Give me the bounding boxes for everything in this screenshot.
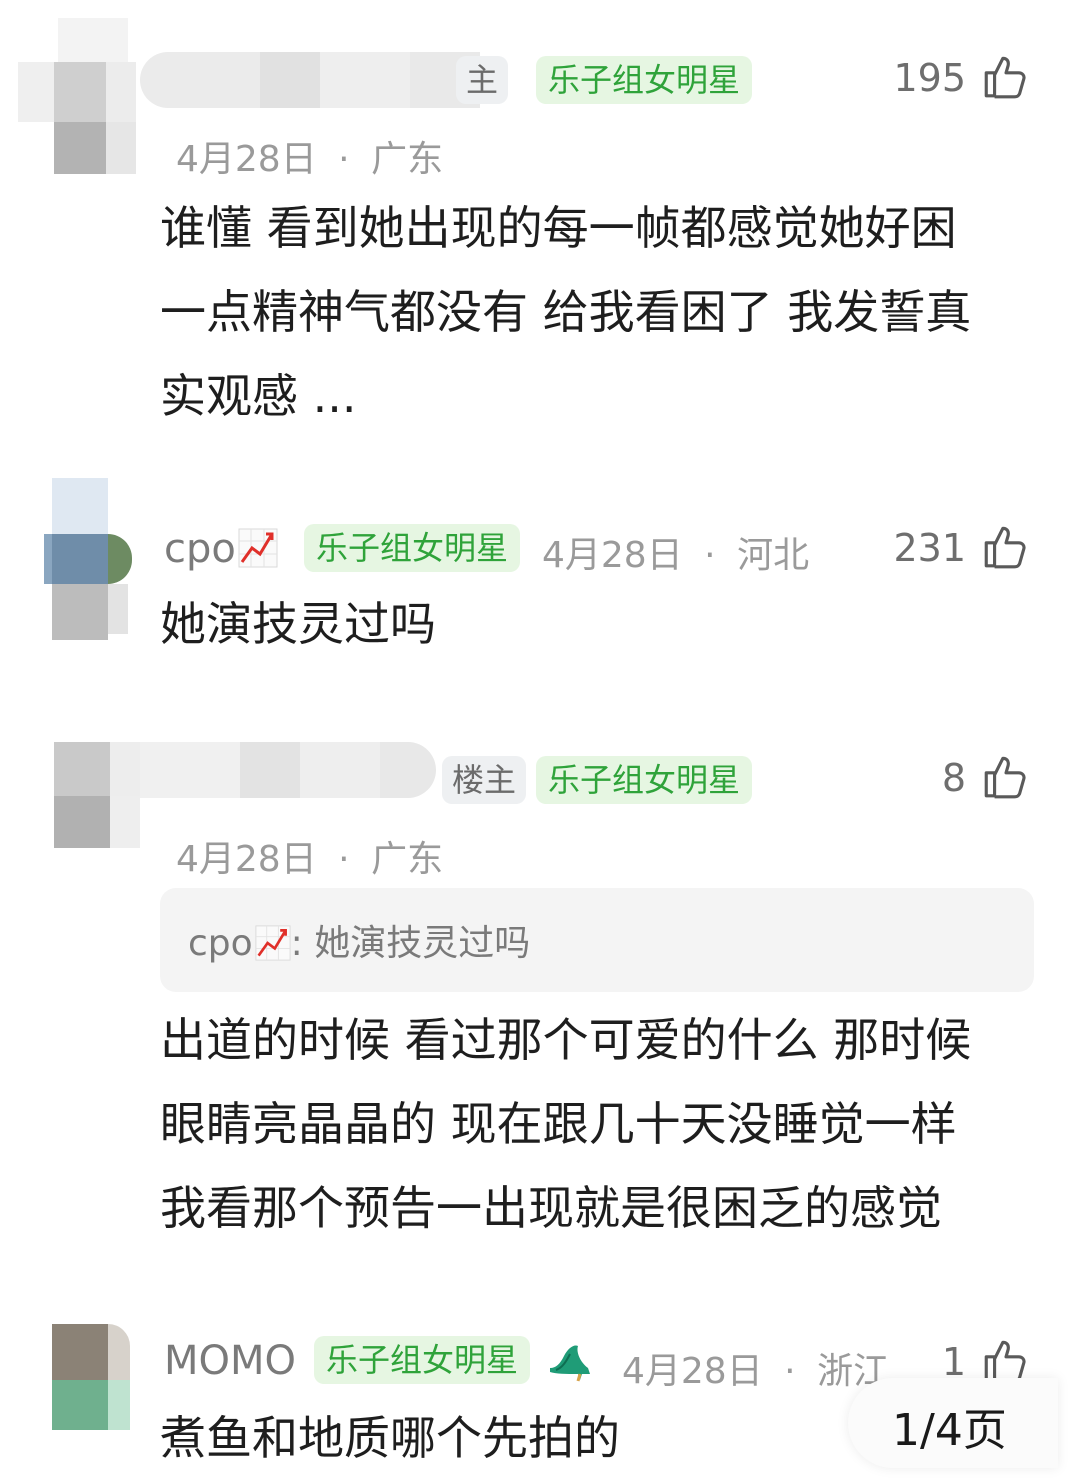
comment-line: 她演技灵过吗	[160, 597, 436, 651]
comment-line: 一点精神气都没有 给我看困了 我发誓真	[160, 285, 972, 339]
comment-location: 广东	[371, 839, 444, 880]
group-badge[interactable]: 乐子组女明星	[304, 524, 521, 572]
comment-2: cpo 乐子组女明星 4月28日 · 河北 231 她演技灵过吗	[0, 470, 1072, 700]
comment-date: 4月28日	[176, 139, 317, 180]
comment-location: 河北	[737, 535, 810, 576]
username-blurred[interactable]	[140, 742, 436, 798]
quoted-content: : 她演技灵过吗	[290, 923, 531, 964]
comment-line: 谁懂 看到她出现的每一帧都感觉她好困	[160, 201, 957, 255]
comment-meta: 4月28日 · 河北	[542, 526, 809, 578]
comment-date: 4月28日	[622, 1351, 763, 1392]
like-count: 231	[893, 526, 966, 570]
avatar-blurred[interactable]	[44, 742, 144, 852]
comment-line: 实观感 ...	[160, 369, 357, 423]
page-indicator[interactable]: 1/4页	[848, 1378, 1058, 1468]
comment-date: 4月28日	[542, 535, 683, 576]
comment-meta: 4月28日 · 广东	[176, 830, 443, 882]
quoted-reply[interactable]: cpo : 她演技灵过吗	[160, 888, 1034, 992]
comment-line: 我看那个预告一出现就是很困乏的感觉	[160, 1181, 942, 1235]
thumbs-up-icon[interactable]	[980, 52, 1030, 102]
avatar-blurred[interactable]	[44, 1324, 136, 1432]
comment-line: 出道的时候 看过那个可爱的什么 那时候	[160, 1013, 972, 1067]
like-count: 8	[941, 756, 966, 800]
thumbs-up-icon[interactable]	[980, 522, 1030, 572]
meta-separator: ·	[704, 535, 716, 576]
quoted-username: cpo	[188, 923, 253, 964]
username[interactable]: cpo	[164, 526, 278, 572]
comment-line: 眼睛亮晶晶的 现在跟几十天没睡觉一样	[160, 1097, 957, 1151]
comment-meta: 4月28日 · 浙江	[622, 1342, 889, 1394]
meta-separator: ·	[784, 1351, 796, 1392]
quoted-text: cpo : 她演技灵过吗	[188, 914, 530, 966]
comment-location: 广东	[371, 139, 444, 180]
meta-separator: ·	[338, 839, 350, 880]
comment-body: 她演技灵过吗	[160, 582, 1040, 666]
group-badge[interactable]: 乐子组女明星	[536, 756, 753, 804]
username[interactable]: MOMO	[164, 1338, 296, 1384]
owner-tag: 主	[456, 56, 509, 104]
chart-increasing-icon	[255, 925, 291, 961]
avatar-blurred[interactable]	[18, 18, 138, 188]
page-indicator-label: 1/4页	[892, 1405, 1007, 1456]
group-badge[interactable]: 乐子组女明星	[314, 1336, 531, 1384]
meta-separator: ·	[338, 139, 350, 180]
comment-1: 主 乐子组女明星 195 4月28日 · 广东 谁懂 看到她出现的每一帧都感觉她…	[0, 0, 1072, 470]
group-badge[interactable]: 乐子组女明星	[536, 56, 753, 104]
comment-meta: 4月28日 · 广东	[176, 130, 443, 182]
comment-body: 出道的时候 看过那个可爱的什么 那时候 眼睛亮晶晶的 现在跟几十天没睡觉一样 我…	[160, 998, 1040, 1250]
username-blurred[interactable]	[140, 52, 480, 108]
like-count: 195	[893, 56, 966, 100]
comment-date: 4月28日	[176, 839, 317, 880]
high-heel-icon	[550, 1345, 590, 1382]
avatar-blurred[interactable]	[44, 478, 136, 640]
thumbs-up-icon[interactable]	[980, 752, 1030, 802]
chart-increasing-icon	[238, 528, 278, 568]
comment-body: 谁懂 看到她出现的每一帧都感觉她好困 一点精神气都没有 给我看困了 我发誓真 实…	[160, 186, 1040, 438]
owner-tag: 楼主	[442, 756, 527, 804]
